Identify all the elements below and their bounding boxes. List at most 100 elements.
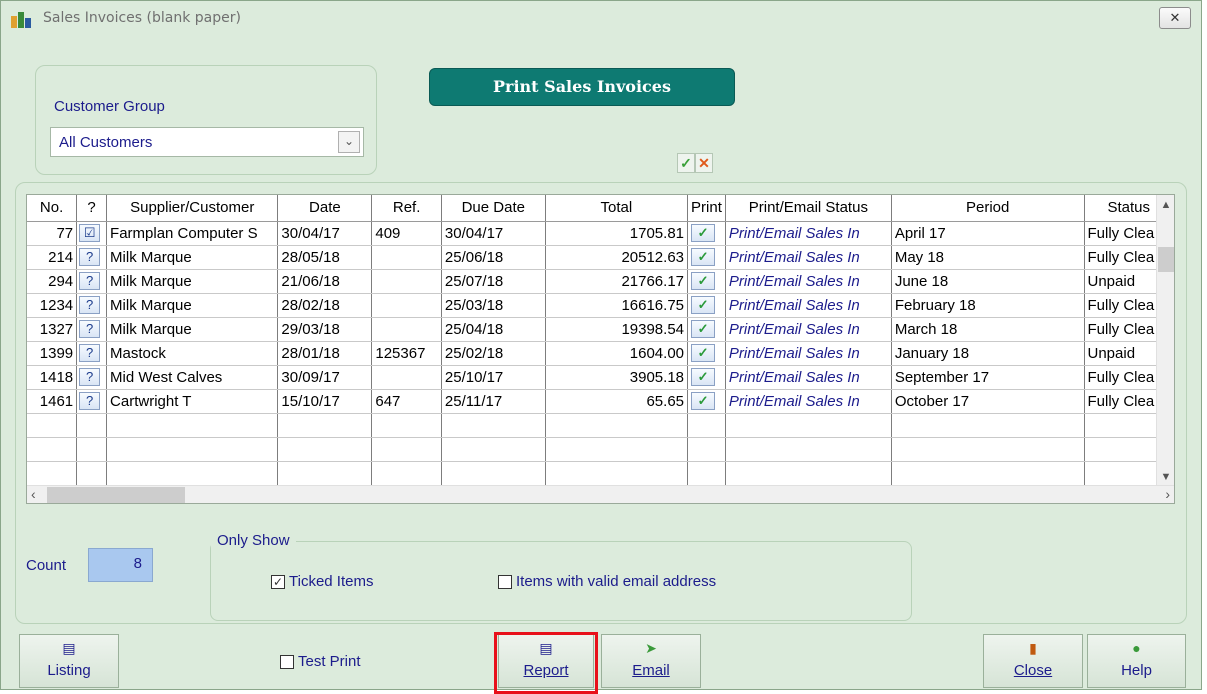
empty-cell[interactable] bbox=[27, 461, 78, 486]
print-cell[interactable]: ✓ bbox=[687, 341, 726, 366]
empty-cell[interactable] bbox=[277, 461, 373, 486]
empty-cell[interactable] bbox=[687, 413, 726, 438]
print-cell[interactable]: ✓ bbox=[687, 365, 726, 390]
empty-cell[interactable] bbox=[106, 437, 279, 462]
cell-customer[interactable]: Cartwright T bbox=[106, 389, 279, 414]
table-row[interactable]: 1461? Cartwright T 15/10/17 647 25/11/17 65.6… bbox=[27, 389, 1174, 414]
close-window-button[interactable]: ✕ bbox=[1159, 7, 1191, 29]
cell-status_text[interactable]: Print/Email Sales In bbox=[725, 341, 892, 366]
listing-button[interactable]: ▤ Listing bbox=[19, 634, 119, 688]
cell-due[interactable]: 25/10/17 bbox=[441, 365, 546, 390]
query-cell[interactable]: ☑ bbox=[76, 221, 108, 246]
cell-ref[interactable]: 647 bbox=[371, 389, 442, 414]
empty-cell[interactable] bbox=[371, 413, 442, 438]
cell-period[interactable]: February 18 bbox=[891, 293, 1085, 318]
column-header[interactable]: Ref. bbox=[371, 195, 442, 222]
customer-group-select[interactable]: All Customers ⌄ bbox=[50, 127, 364, 157]
cell-no[interactable]: 1327 bbox=[27, 317, 78, 342]
query-icon[interactable]: ☑ bbox=[79, 224, 101, 242]
scroll-up-icon[interactable]: ▲ bbox=[1157, 199, 1175, 211]
cell-status_text[interactable]: Print/Email Sales In bbox=[725, 293, 892, 318]
table-row[interactable]: 1399? Mastock 28/01/18 125367 25/02/18 1604.0… bbox=[27, 341, 1174, 366]
table-row[interactable]: 1234? Milk Marque 28/02/18 25/03/18 16616.75… bbox=[27, 293, 1174, 318]
cell-due[interactable]: 25/07/18 bbox=[441, 269, 546, 294]
table-row[interactable]: 1327? Milk Marque 29/03/18 25/04/18 19398.54… bbox=[27, 317, 1174, 342]
checkbox-empty-icon[interactable] bbox=[280, 654, 294, 669]
empty-cell[interactable] bbox=[76, 461, 108, 486]
query-icon[interactable]: ? bbox=[79, 272, 101, 290]
cell-total[interactable]: 65.65 bbox=[545, 389, 689, 414]
empty-cell[interactable] bbox=[891, 461, 1085, 486]
cell-total[interactable]: 20512.63 bbox=[545, 245, 689, 270]
cell-no[interactable]: 77 bbox=[27, 221, 78, 246]
print-check-icon[interactable]: ✓ bbox=[691, 296, 716, 314]
cell-date[interactable]: 28/01/18 bbox=[277, 341, 373, 366]
cell-customer[interactable]: Farmplan Computer S bbox=[106, 221, 279, 246]
print-cell[interactable]: ✓ bbox=[687, 245, 726, 270]
cell-ref[interactable] bbox=[371, 293, 442, 318]
cell-due[interactable]: 25/11/17 bbox=[441, 389, 546, 414]
query-icon[interactable]: ? bbox=[79, 296, 101, 314]
empty-cell[interactable] bbox=[441, 413, 546, 438]
print-cell[interactable]: ✓ bbox=[687, 269, 726, 294]
empty-cell[interactable] bbox=[106, 461, 279, 486]
cell-due[interactable]: 25/02/18 bbox=[441, 341, 546, 366]
horizontal-scrollbar[interactable]: ‹ › bbox=[27, 485, 1174, 503]
cell-total[interactable]: 1705.81 bbox=[545, 221, 689, 246]
cell-total[interactable]: 3905.18 bbox=[545, 365, 689, 390]
cell-due[interactable]: 30/04/17 bbox=[441, 221, 546, 246]
chevron-down-icon[interactable]: ⌄ bbox=[338, 131, 360, 153]
column-header[interactable]: Date bbox=[277, 195, 373, 222]
cell-status_text[interactable]: Print/Email Sales In bbox=[725, 221, 892, 246]
query-icon[interactable]: ? bbox=[79, 368, 101, 386]
empty-cell[interactable] bbox=[545, 461, 689, 486]
print-check-icon[interactable]: ✓ bbox=[691, 320, 716, 338]
untick-all-icon[interactable]: ✕ bbox=[695, 153, 713, 173]
print-cell[interactable]: ✓ bbox=[687, 293, 726, 318]
cell-period[interactable]: October 17 bbox=[891, 389, 1085, 414]
close-button[interactable]: ▮ Close bbox=[983, 634, 1083, 688]
cell-due[interactable]: 25/06/18 bbox=[441, 245, 546, 270]
email-button[interactable]: ➤ Email bbox=[601, 634, 701, 688]
cell-total[interactable]: 19398.54 bbox=[545, 317, 689, 342]
cell-customer[interactable]: Milk Marque bbox=[106, 245, 279, 270]
cell-ref[interactable] bbox=[371, 269, 442, 294]
cell-status_text[interactable]: Print/Email Sales In bbox=[725, 365, 892, 390]
column-header[interactable]: No. bbox=[27, 195, 78, 222]
query-cell[interactable]: ? bbox=[76, 365, 108, 390]
cell-status_text[interactable]: Print/Email Sales In bbox=[725, 389, 892, 414]
query-cell[interactable]: ? bbox=[76, 293, 108, 318]
cell-total[interactable]: 16616.75 bbox=[545, 293, 689, 318]
tick-all-icon[interactable]: ✓ bbox=[677, 153, 695, 173]
empty-cell[interactable] bbox=[371, 461, 442, 486]
query-icon[interactable]: ? bbox=[79, 392, 101, 410]
empty-cell[interactable] bbox=[441, 461, 546, 486]
help-button[interactable]: ● Help bbox=[1087, 634, 1186, 688]
cell-no[interactable]: 1461 bbox=[27, 389, 78, 414]
empty-cell[interactable] bbox=[687, 461, 726, 486]
scroll-down-icon[interactable]: ▼ bbox=[1157, 471, 1175, 483]
print-cell[interactable]: ✓ bbox=[687, 317, 726, 342]
empty-cell[interactable] bbox=[277, 437, 373, 462]
print-check-icon[interactable]: ✓ bbox=[691, 392, 716, 410]
cell-date[interactable]: 30/09/17 bbox=[277, 365, 373, 390]
cell-due[interactable]: 25/04/18 bbox=[441, 317, 546, 342]
cell-customer[interactable]: Milk Marque bbox=[106, 269, 279, 294]
empty-cell[interactable] bbox=[891, 413, 1085, 438]
cell-customer[interactable]: Milk Marque bbox=[106, 317, 279, 342]
vertical-scrollbar[interactable]: ▲ ▼ bbox=[1156, 195, 1174, 485]
empty-table-row[interactable] bbox=[27, 437, 1174, 462]
column-header[interactable]: Print/Email Status bbox=[725, 195, 892, 222]
query-cell[interactable]: ? bbox=[76, 341, 108, 366]
checkbox-empty-icon[interactable] bbox=[498, 574, 512, 589]
empty-cell[interactable] bbox=[725, 461, 892, 486]
cell-date[interactable]: 28/02/18 bbox=[277, 293, 373, 318]
table-row[interactable]: 294? Milk Marque 21/06/18 25/07/18 21766.17 ✓… bbox=[27, 269, 1174, 294]
cell-customer[interactable]: Milk Marque bbox=[106, 293, 279, 318]
cell-total[interactable]: 21766.17 bbox=[545, 269, 689, 294]
empty-cell[interactable] bbox=[76, 413, 108, 438]
column-header[interactable]: Print bbox=[687, 195, 726, 222]
print-check-icon[interactable]: ✓ bbox=[691, 272, 716, 290]
empty-cell[interactable] bbox=[725, 413, 892, 438]
cell-no[interactable]: 214 bbox=[27, 245, 78, 270]
